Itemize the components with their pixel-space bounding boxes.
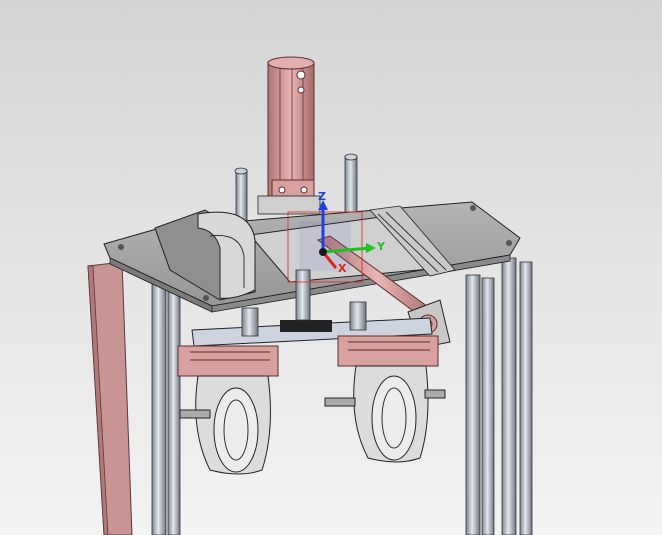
z-axis-label: Z xyxy=(318,190,326,203)
x-axis-label: X xyxy=(338,262,347,275)
center-block xyxy=(280,320,332,332)
left-post-column[interactable] xyxy=(87,261,133,535)
pneumatic-cylinder[interactable] xyxy=(257,56,321,215)
y-axis-label: Y xyxy=(377,240,385,253)
assembly-drawing[interactable] xyxy=(0,0,662,535)
cad-viewport[interactable]: Z Y X xyxy=(0,0,662,535)
right-wheel-gripper[interactable] xyxy=(324,335,446,463)
left-wheel-gripper[interactable] xyxy=(177,345,279,475)
